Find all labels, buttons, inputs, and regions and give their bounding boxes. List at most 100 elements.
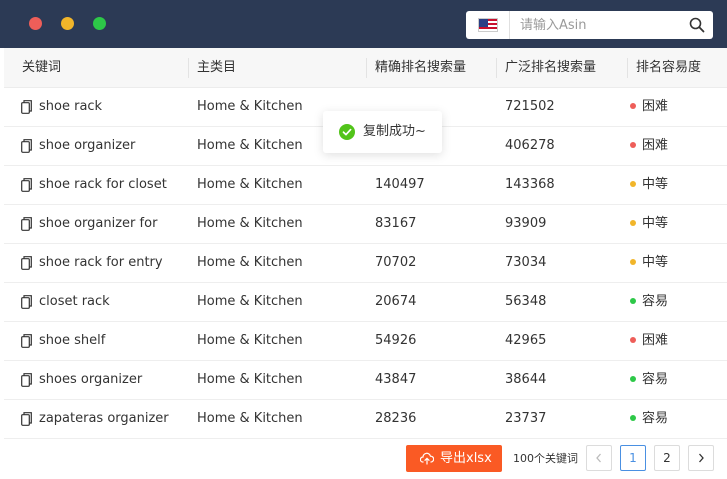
difficulty-dot-icon bbox=[630, 258, 636, 265]
difficulty-dot-icon bbox=[630, 336, 636, 343]
column-header-keyword[interactable]: 关键词 bbox=[22, 48, 61, 88]
table-row: shoe shelf Home & Kitchen 54926 42965 困难 bbox=[4, 322, 727, 361]
difficulty-label: 困难 bbox=[642, 333, 669, 348]
cloud-upload-icon bbox=[420, 452, 434, 465]
page-button-1[interactable]: 1 bbox=[620, 445, 646, 471]
keyword-cell[interactable]: shoe rack for entry bbox=[39, 244, 163, 282]
search-icon[interactable] bbox=[689, 17, 705, 33]
chevron-left-icon bbox=[596, 453, 601, 463]
column-header-exact-volume[interactable]: 精确排名搜索量 bbox=[375, 48, 466, 88]
keyword-cell[interactable]: closet rack bbox=[39, 283, 110, 321]
difficulty-dot-icon bbox=[630, 141, 636, 148]
broad-volume-cell: 93909 bbox=[505, 216, 547, 231]
exact-volume-cell: 140497 bbox=[375, 177, 425, 192]
minimize-window-button[interactable] bbox=[61, 17, 74, 30]
category-cell: Home & Kitchen bbox=[197, 138, 303, 153]
page-button-2[interactable]: 2 bbox=[654, 445, 680, 471]
copy-icon[interactable] bbox=[21, 334, 32, 348]
difficulty-cell: 中等 bbox=[630, 244, 668, 282]
exact-volume-cell: 20674 bbox=[375, 294, 417, 309]
next-page-button[interactable] bbox=[688, 445, 714, 471]
exact-volume-cell: 54926 bbox=[375, 333, 417, 348]
difficulty-cell: 容易 bbox=[630, 361, 668, 399]
difficulty-cell: 容易 bbox=[630, 283, 668, 321]
category-cell: Home & Kitchen bbox=[197, 255, 303, 270]
table-row: shoes organizer Home & Kitchen 43847 38644 容… bbox=[4, 361, 727, 400]
broad-volume-cell: 42965 bbox=[505, 333, 547, 348]
copy-icon[interactable] bbox=[21, 295, 32, 309]
category-cell: Home & Kitchen bbox=[197, 294, 303, 309]
difficulty-dot-icon bbox=[630, 414, 636, 421]
total-keywords-count: 100个关键词 bbox=[513, 452, 578, 465]
difficulty-label: 困难 bbox=[642, 99, 669, 114]
column-header-broad-volume[interactable]: 广泛排名搜索量 bbox=[505, 48, 596, 88]
keyword-table: 关键词 主类目 精确排名搜索量 广泛排名搜索量 排名容易度 shoe rack H… bbox=[4, 48, 727, 439]
difficulty-cell: 中等 bbox=[630, 166, 668, 204]
keyword-cell[interactable]: shoes organizer bbox=[39, 361, 142, 399]
exact-volume-cell: 83167 bbox=[375, 216, 417, 231]
difficulty-label: 中等 bbox=[642, 216, 669, 231]
difficulty-cell: 困难 bbox=[630, 88, 668, 126]
keyword-cell[interactable]: shoe organizer bbox=[39, 127, 135, 165]
difficulty-dot-icon bbox=[630, 375, 636, 382]
broad-volume-cell: 38644 bbox=[505, 372, 547, 387]
difficulty-label: 中等 bbox=[642, 255, 669, 270]
table-row: shoe rack for entry Home & Kitchen 70702 73… bbox=[4, 244, 727, 283]
title-bar bbox=[0, 0, 727, 48]
difficulty-cell: 中等 bbox=[630, 205, 668, 243]
difficulty-cell: 容易 bbox=[630, 400, 668, 438]
keyword-cell[interactable]: shoe rack for closet bbox=[39, 166, 167, 204]
keyword-cell[interactable]: zapateras organizer bbox=[39, 400, 169, 438]
difficulty-dot-icon bbox=[630, 297, 636, 304]
broad-volume-cell: 721502 bbox=[505, 99, 555, 114]
copy-icon[interactable] bbox=[21, 139, 32, 153]
copy-success-toast: 复制成功~ bbox=[323, 111, 442, 153]
us-flag-icon bbox=[478, 18, 498, 32]
category-cell: Home & Kitchen bbox=[197, 411, 303, 426]
copy-icon[interactable] bbox=[21, 217, 32, 231]
difficulty-label: 困难 bbox=[642, 138, 669, 153]
category-cell: Home & Kitchen bbox=[197, 333, 303, 348]
copy-icon[interactable] bbox=[21, 256, 32, 270]
keyword-cell[interactable]: shoe shelf bbox=[39, 322, 105, 360]
broad-volume-cell: 406278 bbox=[505, 138, 555, 153]
zoom-window-button[interactable] bbox=[93, 17, 106, 30]
difficulty-dot-icon bbox=[630, 102, 636, 109]
exact-volume-cell: 70702 bbox=[375, 255, 417, 270]
table-row: shoe organizer for Home & Kitchen 83167 939… bbox=[4, 205, 727, 244]
category-cell: Home & Kitchen bbox=[197, 99, 303, 114]
export-xlsx-button[interactable]: 导出xlsx bbox=[406, 445, 502, 472]
column-header-difficulty[interactable]: 排名容易度 bbox=[636, 48, 701, 88]
copy-icon[interactable] bbox=[21, 100, 32, 114]
exact-volume-cell: 43847 bbox=[375, 372, 417, 387]
asin-search-input[interactable] bbox=[520, 11, 680, 39]
copy-icon[interactable] bbox=[21, 178, 32, 192]
difficulty-label: 中等 bbox=[642, 177, 669, 192]
table-row: shoe rack for closet Home & Kitchen 140497… bbox=[4, 166, 727, 205]
copy-icon[interactable] bbox=[21, 373, 32, 387]
broad-volume-cell: 143368 bbox=[505, 177, 555, 192]
column-header-category[interactable]: 主类目 bbox=[197, 48, 236, 88]
prev-page-button[interactable] bbox=[586, 445, 612, 471]
table-row: closet rack Home & Kitchen 20674 56348 容易 bbox=[4, 283, 727, 322]
difficulty-label: 容易 bbox=[642, 294, 669, 309]
exact-volume-cell: 28236 bbox=[375, 411, 417, 426]
copy-icon[interactable] bbox=[21, 412, 32, 426]
broad-volume-cell: 23737 bbox=[505, 411, 547, 426]
difficulty-label: 容易 bbox=[642, 372, 669, 387]
asin-search-box bbox=[466, 11, 713, 39]
close-window-button[interactable] bbox=[29, 17, 42, 30]
difficulty-dot-icon bbox=[630, 180, 636, 187]
table-header: 关键词 主类目 精确排名搜索量 广泛排名搜索量 排名容易度 bbox=[4, 48, 727, 88]
export-xlsx-label: 导出xlsx bbox=[440, 451, 492, 466]
category-cell: Home & Kitchen bbox=[197, 372, 303, 387]
keyword-cell[interactable]: shoe organizer for bbox=[39, 205, 157, 243]
difficulty-cell: 困难 bbox=[630, 127, 668, 165]
check-circle-icon bbox=[339, 124, 355, 140]
broad-volume-cell: 73034 bbox=[505, 255, 547, 270]
chevron-right-icon bbox=[699, 453, 704, 463]
keyword-cell[interactable]: shoe rack bbox=[39, 88, 102, 126]
difficulty-dot-icon bbox=[630, 219, 636, 226]
marketplace-selector[interactable] bbox=[466, 11, 510, 39]
category-cell: Home & Kitchen bbox=[197, 216, 303, 231]
